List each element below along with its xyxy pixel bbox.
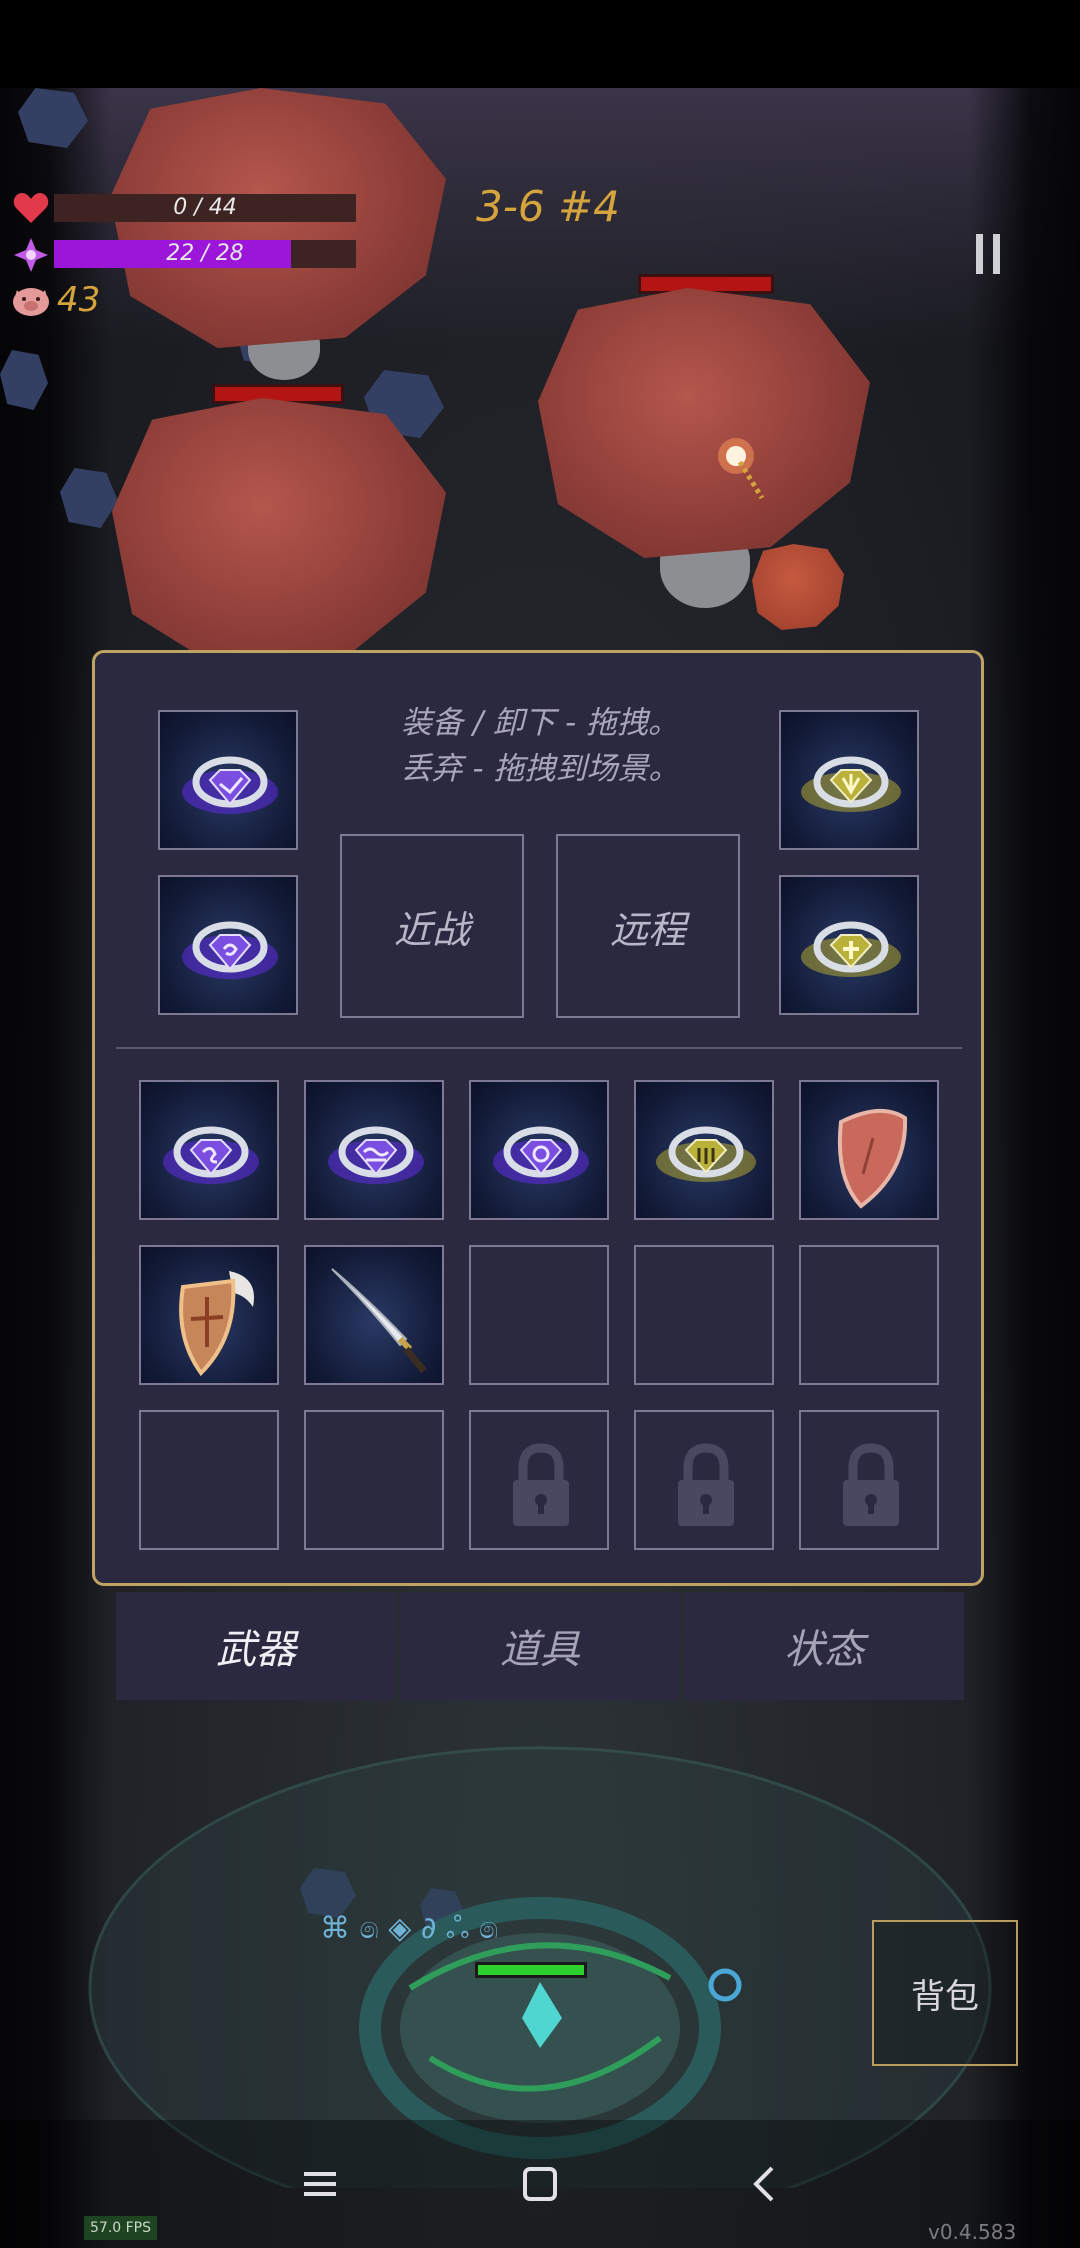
purple-rune-ring-icon (163, 1126, 259, 1184)
projectile-spark-icon (718, 438, 765, 500)
status-bar (0, 0, 1080, 88)
home-icon[interactable] (516, 2160, 564, 2208)
wave-indicator: 3-6 #4 (476, 182, 620, 231)
instructions-line: 丢弃 - 拖拽到场景。 (400, 751, 680, 787)
mana-text: 22 / 28 (166, 241, 244, 266)
inventory-slot[interactable] (469, 1080, 609, 1220)
lock-icon (513, 1443, 569, 1526)
gold-bars-ring-icon (656, 1126, 756, 1182)
mana-crystal-icon (14, 238, 48, 272)
sword-icon (331, 1268, 427, 1374)
inventory-slot[interactable] (139, 1245, 279, 1385)
inventory-slot-locked (469, 1410, 609, 1550)
small-mushroom-enemy (752, 544, 844, 630)
inventory-slot[interactable] (304, 1080, 444, 1220)
heart-icon (13, 193, 49, 223)
shield-icon (837, 1108, 908, 1209)
inventory-slot-empty[interactable] (139, 1410, 279, 1550)
lock-icon (843, 1443, 899, 1526)
purple-ring-icon (182, 756, 278, 814)
ranged-weapon-slot[interactable]: 远程 (556, 834, 740, 1018)
inventory-slot-empty[interactable] (469, 1245, 609, 1385)
lock-icon (678, 1443, 734, 1526)
equip-slot-left-2[interactable] (158, 875, 298, 1015)
winged-shield-icon (179, 1271, 254, 1377)
pause-bar (993, 234, 1000, 274)
player-aura: ⌘ ෧ ◈ ∂ ஃ ෧ (88, 1746, 992, 2188)
instructions: 装备 / 卸下 - 拖拽。 丢弃 - 拖拽到场景。 (300, 700, 780, 792)
mushroom-enemy (112, 398, 446, 668)
purple-swirl-ring-icon (182, 921, 278, 979)
bag-button[interactable]: 背包 (872, 1920, 1018, 2066)
inventory-slot-empty[interactable] (634, 1245, 774, 1385)
mushroom-cap (112, 398, 446, 668)
inventory-slot-locked (799, 1410, 939, 1550)
tab-status[interactable]: 状态 (684, 1592, 964, 1700)
instructions-line: 装备 / 卸下 - 拖拽。 (400, 705, 680, 741)
inventory-slot[interactable] (139, 1080, 279, 1220)
mushroom-cap (752, 544, 844, 630)
version-label: v0.4.583 (928, 2220, 1017, 2244)
melee-weapon-slot[interactable]: 近战 (340, 834, 524, 1018)
tab-weapons[interactable]: 武器 (116, 1592, 396, 1700)
gold-cross-ring-icon (801, 921, 901, 977)
panel-divider (116, 1047, 962, 1049)
inventory-slot-empty[interactable] (799, 1245, 939, 1385)
equip-slot-right-1[interactable] (779, 710, 919, 850)
pause-button[interactable] (976, 234, 1002, 274)
inventory-slot[interactable] (304, 1245, 444, 1385)
mana-bar: 22 / 28 (54, 240, 356, 268)
purple-wave-ring-icon (328, 1126, 424, 1184)
back-icon[interactable] (742, 2160, 790, 2208)
svg-text:⌘ ෧ ◈ ∂ ஃ ෧: ⌘ ෧ ◈ ∂ ஃ ෧ (320, 1911, 498, 1946)
health-bar: 0 / 44 (54, 194, 356, 222)
coin-count: 43 (57, 280, 101, 320)
tab-items[interactable]: 道具 (400, 1592, 680, 1700)
fps-counter: 57.0 FPS (84, 2216, 158, 2240)
equip-slot-left-1[interactable] (158, 710, 298, 850)
equip-slot-right-2[interactable] (779, 875, 919, 1015)
pause-bar (976, 234, 983, 274)
menu-icon[interactable] (296, 2160, 344, 2208)
gold-leaf-ring-icon (801, 756, 901, 812)
purple-spiral-ring-icon (493, 1126, 589, 1184)
inventory-slot[interactable] (799, 1080, 939, 1220)
inventory-slot-empty[interactable] (304, 1410, 444, 1550)
inventory-slot-locked (634, 1410, 774, 1550)
health-text: 0 / 44 (173, 195, 237, 220)
pig-coin-icon (13, 288, 49, 316)
inventory-slot[interactable] (634, 1080, 774, 1220)
